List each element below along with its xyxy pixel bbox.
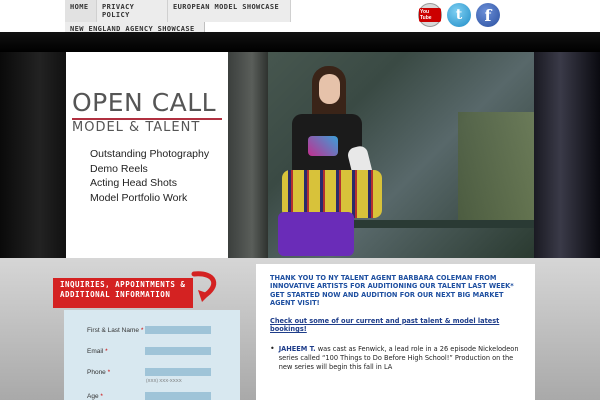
name-label: First & Last Name *	[87, 326, 144, 334]
service-item: Outstanding Photography	[90, 148, 210, 160]
hero-photo	[228, 52, 534, 258]
brand-title: OPEN CALL	[72, 88, 217, 117]
model-face	[319, 74, 340, 104]
hero-brand-panel: OPEN CALL MODEL & TALENT Outstanding Pho…	[66, 52, 228, 258]
service-item: Acting Head Shots	[90, 177, 177, 189]
header-band	[0, 32, 600, 52]
model-shirt-print	[308, 136, 338, 156]
bench-rail	[348, 220, 534, 228]
twitter-icon[interactable]: t	[447, 3, 471, 27]
bookings-link[interactable]: Check out some of our current and past t…	[270, 317, 521, 334]
brand-subtitle: MODEL & TALENT	[72, 120, 201, 135]
intro-announcement: THANK YOU TO NY TALENT AGENT BARBARA COL…	[270, 274, 514, 308]
nav-home[interactable]: HOME	[65, 0, 97, 22]
bookings-list: • JAHEEM T. was cast as Fenwick, a lead …	[270, 345, 521, 371]
curved-arrow-icon	[191, 271, 217, 302]
nav-european-model-showcase[interactable]: EUROPEAN MODEL SHOWCASE	[168, 0, 291, 22]
background-greenery	[458, 112, 534, 222]
nav-privacy-policy[interactable]: PRIVACY POLICY	[97, 0, 168, 22]
model-plaid-skirt	[282, 170, 382, 218]
service-item: Demo Reels	[90, 162, 148, 175]
age-input[interactable]	[145, 392, 211, 400]
stone-wall	[228, 52, 268, 258]
main-nav: HOME PRIVACY POLICY EUROPEAN MODEL SHOWC…	[65, 0, 291, 22]
phone-field-row: Phone *	[87, 368, 211, 376]
email-input[interactable]	[145, 347, 211, 355]
inquiry-form	[64, 310, 240, 400]
facebook-icon[interactable]: f	[476, 3, 500, 27]
news-content: THANK YOU TO NY TALENT AGENT BARBARA COL…	[256, 264, 535, 400]
talent-name: JAHEEM T.	[278, 345, 316, 354]
list-item: • JAHEEM T. was cast as Fenwick, a lead …	[270, 345, 521, 371]
name-input[interactable]	[145, 326, 211, 334]
phone-input[interactable]	[145, 368, 211, 376]
age-label: Age *	[87, 392, 103, 400]
booking-text: JAHEEM T. was cast as Fenwick, a lead ro…	[278, 345, 519, 371]
email-label: Email *	[87, 347, 108, 355]
service-item: Model Portfolio Work	[90, 191, 188, 204]
email-field-row: Email *	[87, 347, 211, 355]
phone-label: Phone *	[87, 368, 111, 376]
hero-side-right	[534, 52, 600, 258]
age-field-row: Age *	[87, 392, 211, 400]
model-legs	[278, 212, 354, 256]
name-field-row: First & Last Name *	[87, 326, 211, 334]
youtube-icon[interactable]: You Tube	[418, 3, 442, 27]
youtube-label: You Tube	[419, 8, 441, 22]
hero-side-left	[0, 52, 66, 258]
bullet-icon: •	[270, 344, 275, 354]
form-title-tab: INQUIRIES, APPOINTMENTS & ADDITIONAL INF…	[53, 278, 193, 308]
phone-format-hint: (XXX) XXX-XXXX	[146, 378, 182, 383]
services-list: Outstanding Photography Demo Reels Actin…	[90, 147, 209, 205]
